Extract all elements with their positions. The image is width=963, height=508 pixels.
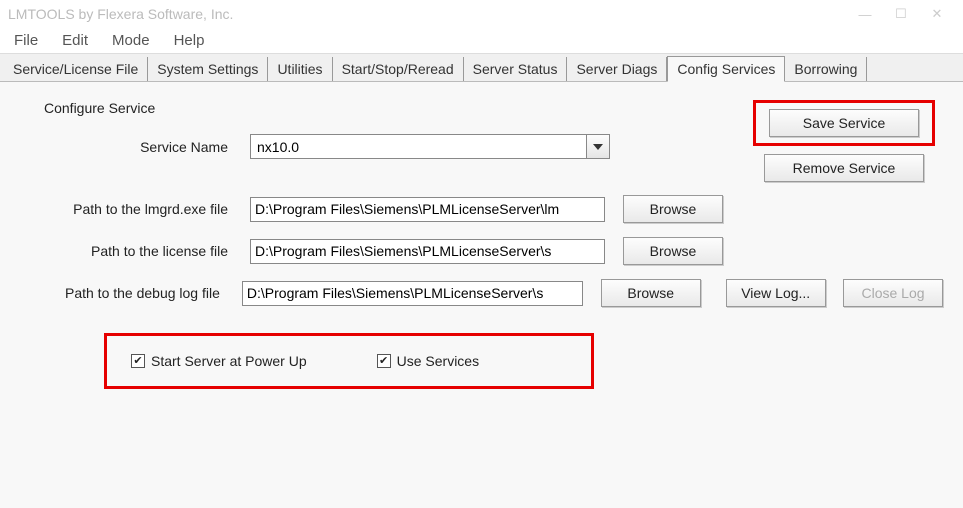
- start-server-checkbox[interactable]: ✔ Start Server at Power Up: [131, 353, 307, 369]
- menubar: File Edit Mode Help: [0, 28, 963, 54]
- checkmark-icon: ✔: [131, 354, 145, 368]
- browse-lmgrd-button[interactable]: Browse: [623, 195, 723, 223]
- lmgrd-label: Path to the lmgrd.exe file: [20, 201, 250, 217]
- license-path-input[interactable]: [250, 239, 605, 264]
- use-services-checkbox[interactable]: ✔ Use Services: [377, 353, 479, 369]
- service-name-dropdown-button[interactable]: [586, 134, 610, 159]
- remove-service-button[interactable]: Remove Service: [764, 154, 924, 182]
- tab-config-services[interactable]: Config Services: [667, 56, 785, 82]
- close-log-button[interactable]: Close Log: [843, 279, 943, 307]
- tab-server-status[interactable]: Server Status: [464, 57, 568, 81]
- checkmark-icon: ✔: [377, 354, 391, 368]
- view-log-button[interactable]: View Log...: [726, 279, 826, 307]
- save-service-button[interactable]: Save Service: [769, 109, 919, 137]
- maximize-button[interactable]: ☐: [883, 2, 919, 26]
- checkbox-highlight: ✔ Start Server at Power Up ✔ Use Service…: [104, 333, 594, 389]
- save-service-highlight: Save Service: [753, 100, 935, 146]
- tab-service-license-file[interactable]: Service/License File: [4, 57, 148, 81]
- chevron-down-icon: [593, 144, 603, 150]
- service-name-input[interactable]: [250, 134, 586, 159]
- tab-utilities[interactable]: Utilities: [268, 57, 332, 81]
- license-label: Path to the license file: [20, 243, 250, 259]
- tab-system-settings[interactable]: System Settings: [148, 57, 268, 81]
- menu-file[interactable]: File: [4, 30, 48, 51]
- menu-help[interactable]: Help: [164, 30, 215, 51]
- titlebar: LMTOOLS by Flexera Software, Inc. — ☐ ✕: [0, 0, 963, 28]
- close-button[interactable]: ✕: [919, 2, 955, 26]
- minimize-button[interactable]: —: [847, 2, 883, 26]
- service-name-label: Service Name: [20, 139, 250, 155]
- tab-borrowing[interactable]: Borrowing: [785, 57, 867, 81]
- menu-mode[interactable]: Mode: [102, 30, 160, 51]
- window-title: LMTOOLS by Flexera Software, Inc.: [8, 6, 847, 22]
- use-services-label: Use Services: [397, 353, 479, 369]
- tabbar: Service/License File System Settings Uti…: [0, 54, 963, 82]
- menu-edit[interactable]: Edit: [52, 30, 98, 51]
- service-name-combo[interactable]: [250, 134, 610, 159]
- debug-label: Path to the debug log file: [20, 285, 242, 301]
- lmgrd-path-input[interactable]: [250, 197, 605, 222]
- tab-server-diags[interactable]: Server Diags: [567, 57, 667, 81]
- config-services-panel: Configure Service Save Service Remove Se…: [0, 82, 963, 508]
- browse-debug-button[interactable]: Browse: [601, 279, 701, 307]
- browse-license-button[interactable]: Browse: [623, 237, 723, 265]
- debug-path-input[interactable]: [242, 281, 584, 306]
- start-server-label: Start Server at Power Up: [151, 353, 307, 369]
- tab-start-stop-reread[interactable]: Start/Stop/Reread: [333, 57, 464, 81]
